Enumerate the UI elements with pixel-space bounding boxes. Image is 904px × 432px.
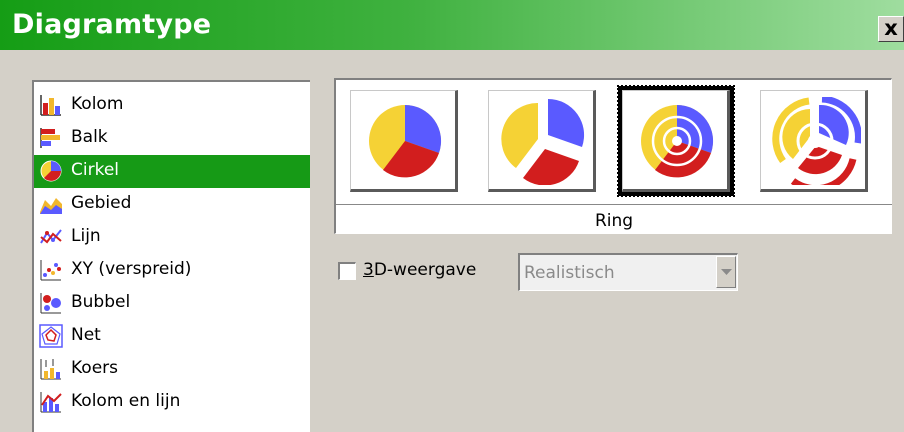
chart-type-item-balk[interactable]: Balk: [34, 122, 310, 155]
net-chart-icon: [39, 324, 63, 348]
bar-chart-icon: [40, 128, 60, 148]
column-line-chart-icon: [40, 392, 62, 413]
chart-type-label: Gebied: [71, 193, 132, 213]
chart-type-list[interactable]: Kolom Balk Cirkel Gebied Lijn XY (verspr…: [32, 80, 310, 432]
chart-type-label: Kolom en lijn: [71, 391, 181, 411]
ring-variant-icon: [641, 104, 714, 178]
scatter-chart-icon: [40, 260, 61, 281]
dropdown-arrow-button[interactable]: [716, 256, 736, 288]
style-dropdown-value: Realistisch: [524, 263, 615, 283]
exploded-pie-variant-button[interactable]: [488, 90, 596, 192]
pie-chart-icon: [40, 160, 62, 182]
line-chart-icon: [40, 229, 62, 244]
chart-type-item-bubbel[interactable]: Bubbel: [34, 287, 310, 320]
close-button[interactable]: x: [878, 16, 904, 42]
exploded-ring-variant-button[interactable]: [760, 90, 868, 192]
exploded-ring-variant-icon: [772, 97, 861, 185]
variant-name-label: Ring: [594, 211, 634, 231]
style-dropdown[interactable]: Realistisch: [518, 253, 738, 291]
chart-type-item-xy[interactable]: XY (verspreid): [34, 254, 310, 287]
three-d-checkbox[interactable]: [338, 262, 356, 280]
chart-type-item-kolom-en-lijn[interactable]: Kolom en lijn: [34, 386, 310, 419]
chart-type-label: Koers: [71, 358, 119, 378]
area-chart-icon: [40, 198, 62, 214]
chart-type-label: Kolom: [71, 94, 124, 114]
chart-type-label: Net: [71, 325, 101, 345]
three-d-accel-key: 3: [363, 260, 374, 280]
chart-variant-panel: Ring: [334, 78, 892, 234]
chart-type-label: XY (verspreid): [71, 259, 192, 279]
chart-type-label: Cirkel: [71, 160, 120, 180]
title-bar: Diagramtype x: [0, 0, 904, 50]
bubble-chart-icon: [40, 293, 61, 314]
dialog-title: Diagramtype: [12, 9, 212, 40]
chart-type-label: Balk: [71, 127, 108, 147]
three-d-label[interactable]: 3D-weergave: [363, 260, 476, 280]
chart-type-item-gebied[interactable]: Gebied: [34, 188, 310, 221]
chart-type-item-net[interactable]: Net: [34, 320, 310, 353]
chart-type-label: Bubbel: [71, 292, 131, 312]
pie-variant-icon: [369, 104, 442, 178]
exploded-pie-variant-icon: [501, 98, 585, 185]
variant-separator: [336, 204, 892, 205]
three-d-label-text: D-weergave: [373, 260, 477, 280]
chevron-down-icon: [721, 269, 732, 275]
stock-chart-icon: [40, 359, 61, 380]
chart-type-item-lijn[interactable]: Lijn: [34, 221, 310, 254]
chart-type-label: Lijn: [71, 226, 101, 246]
ring-variant-button[interactable]: [617, 85, 735, 197]
chart-type-item-cirkel[interactable]: Cirkel: [34, 155, 310, 188]
chart-type-item-koers[interactable]: Koers: [34, 353, 310, 386]
pie-variant-button[interactable]: [350, 90, 458, 192]
column-chart-icon: [40, 95, 61, 116]
chart-type-item-kolom[interactable]: Kolom: [34, 89, 310, 122]
